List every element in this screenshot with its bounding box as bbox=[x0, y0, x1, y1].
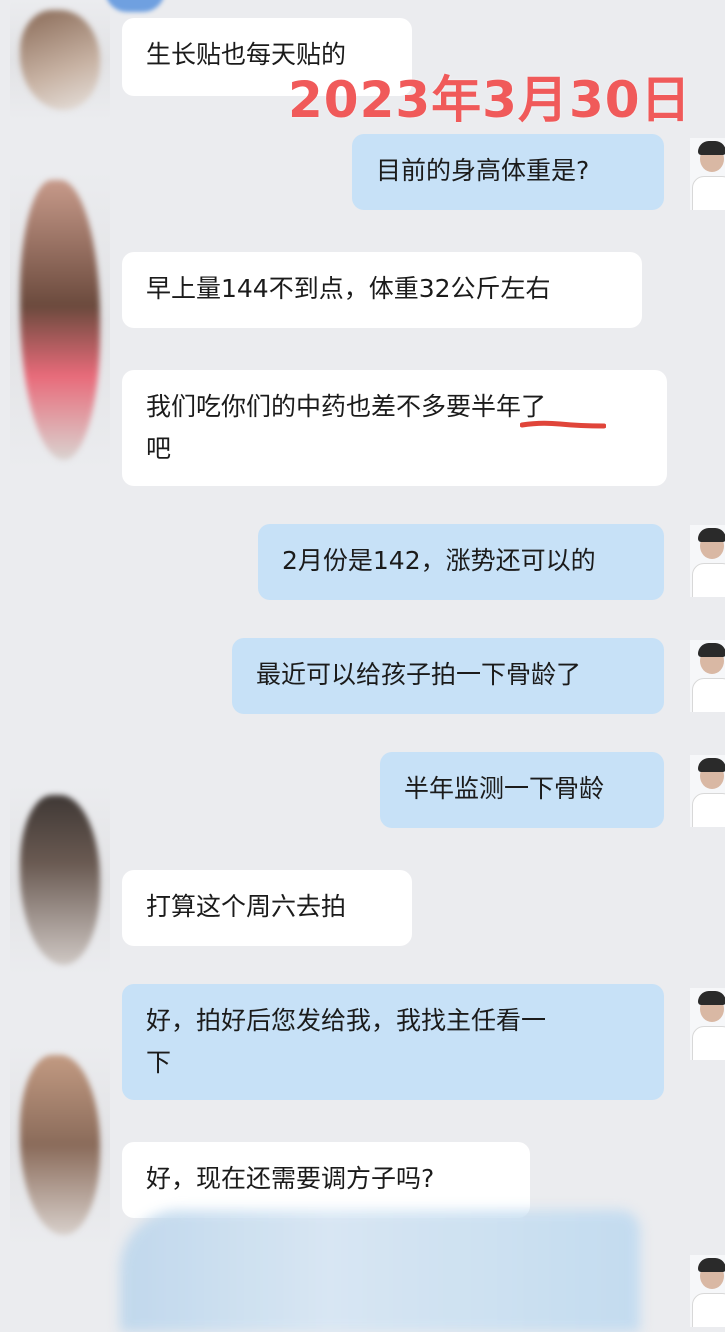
message-bubble-outgoing[interactable]: 2月份是142，涨势还可以的 bbox=[258, 524, 664, 600]
blurred-avatar-fragment bbox=[105, 0, 165, 12]
contact-avatar-blurred[interactable] bbox=[10, 1045, 110, 1245]
red-underline-annotation bbox=[520, 420, 606, 429]
contact-avatar-blurred[interactable] bbox=[10, 785, 110, 975]
doctor-avatar[interactable] bbox=[690, 640, 725, 712]
doctor-avatar[interactable] bbox=[690, 755, 725, 827]
message-bubble-outgoing[interactable]: 好，拍好后您发给我，我找主任看一 下 bbox=[122, 984, 664, 1100]
blurred-message-bubble bbox=[120, 1210, 640, 1332]
message-bubble-outgoing[interactable]: 最近可以给孩子拍一下骨龄了 bbox=[232, 638, 664, 714]
doctor-avatar[interactable] bbox=[690, 988, 725, 1060]
message-bubble-incoming[interactable]: 打算这个周六去拍 bbox=[122, 870, 412, 946]
contact-avatar-blurred[interactable] bbox=[10, 170, 110, 470]
chat-screenshot: 生长贴也每天贴的 目前的身高体重是? 早上量144不到点，体重32公斤左右 我们… bbox=[0, 0, 725, 1332]
message-bubble-incoming[interactable]: 早上量144不到点，体重32公斤左右 bbox=[122, 252, 642, 328]
date-annotation: 2023年3月30日 bbox=[288, 71, 692, 129]
message-bubble-incoming[interactable]: 好，现在还需要调方子吗? bbox=[122, 1142, 530, 1218]
doctor-avatar[interactable] bbox=[690, 1255, 725, 1327]
contact-avatar-blurred[interactable] bbox=[10, 0, 110, 120]
message-bubble-outgoing[interactable]: 目前的身高体重是? bbox=[352, 134, 664, 210]
doctor-avatar[interactable] bbox=[690, 138, 725, 210]
message-bubble-outgoing[interactable]: 半年监测一下骨龄 bbox=[380, 752, 664, 828]
doctor-avatar[interactable] bbox=[690, 525, 725, 597]
